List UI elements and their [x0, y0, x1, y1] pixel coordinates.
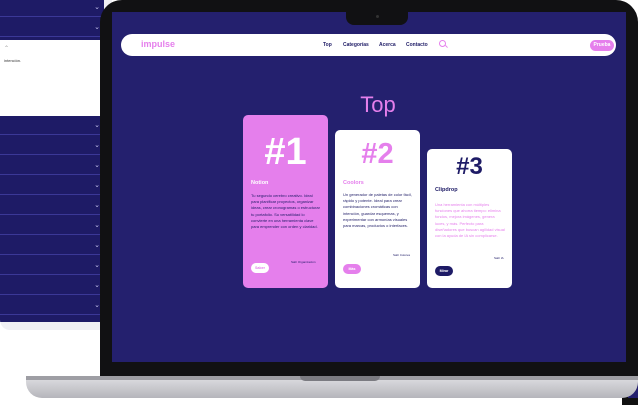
list-item[interactable]: ⌄ — [0, 198, 104, 215]
back-device: ⌄ ⌄ ⌃ intención. ⌄ ⌄ ⌄ ⌄ ⌄ ⌄ ⌄ ⌄ ⌄ ⌄ — [0, 0, 112, 330]
logo[interactable]: impulse — [141, 39, 175, 49]
list-item[interactable]: ⌄ — [0, 158, 104, 175]
card-rank: #2 — [361, 138, 394, 170]
list-item[interactable]: ⌄ — [0, 278, 104, 295]
list-item[interactable]: ⌄ — [0, 20, 104, 37]
nav-link-categorias[interactable]: Categorías — [343, 42, 369, 48]
list-item[interactable]: ⌄ — [0, 258, 104, 275]
search-icon[interactable] — [439, 40, 446, 47]
chevron-up-icon: ⌃ — [4, 45, 10, 52]
back-device-screen: ⌄ ⌄ ⌃ intención. ⌄ ⌄ ⌄ ⌄ ⌄ ⌄ ⌄ ⌄ ⌄ ⌄ — [0, 0, 104, 322]
list-item[interactable]: ⌄ — [0, 218, 104, 235]
card-rank: #3 — [456, 153, 483, 180]
card-credit: Salir Colores — [393, 253, 411, 257]
laptop-base — [26, 380, 638, 398]
card-button[interactable]: Más — [343, 264, 361, 274]
camera-icon — [376, 15, 379, 18]
expanded-panel: ⌃ intención. — [0, 40, 104, 116]
card-title: Clipdrop — [435, 187, 458, 193]
card-coolors: #2 Coolors Un generador de paletas de co… — [335, 130, 420, 288]
panel-text: intención. — [4, 58, 22, 63]
navbar: impulse Top Categorías Acerca Contacto P… — [121, 34, 616, 56]
list-item[interactable]: ⌄ — [0, 178, 104, 195]
nav-link-acerca[interactable]: Acerca — [379, 42, 396, 48]
list-item[interactable]: ⌄ — [0, 238, 104, 255]
cta-button[interactable]: Prueba — [590, 40, 614, 51]
card-description: Una herramienta con múltiples funciones … — [435, 202, 505, 239]
card-description: Tu segundo cerebro creativo. Ideal para … — [251, 193, 320, 230]
page-title: Top — [360, 92, 396, 117]
camera-notch — [346, 12, 408, 25]
list-item[interactable]: ⌄ — [0, 298, 104, 315]
card-title: Notion — [251, 180, 269, 186]
laptop-base-notch — [300, 376, 380, 381]
card-clipdrop: #3 Clipdrop Una herramienta con múltiple… — [427, 149, 512, 288]
card-rank: #1 — [264, 131, 307, 173]
card-description: Un generador de paletas de color fácil, … — [343, 192, 412, 229]
card-button[interactable]: Mirar — [435, 266, 453, 276]
nav-link-contacto[interactable]: Contacto — [406, 42, 428, 48]
card-credit: Salir IA — [494, 256, 504, 260]
card-credit: Salir Organización — [291, 260, 316, 264]
card-title: Coolors — [343, 180, 364, 186]
list-item[interactable]: ⌄ — [0, 0, 104, 17]
card-notion: #1 Notion Tu segundo cerebro creativo. I… — [243, 115, 328, 288]
list-item[interactable]: ⌄ — [0, 138, 104, 155]
nav-link-top[interactable]: Top — [323, 42, 332, 48]
chevron-down-icon: ⌄ — [94, 3, 100, 11]
card-button[interactable]: Saber — [251, 263, 269, 273]
list-item[interactable]: ⌄ — [0, 118, 104, 135]
